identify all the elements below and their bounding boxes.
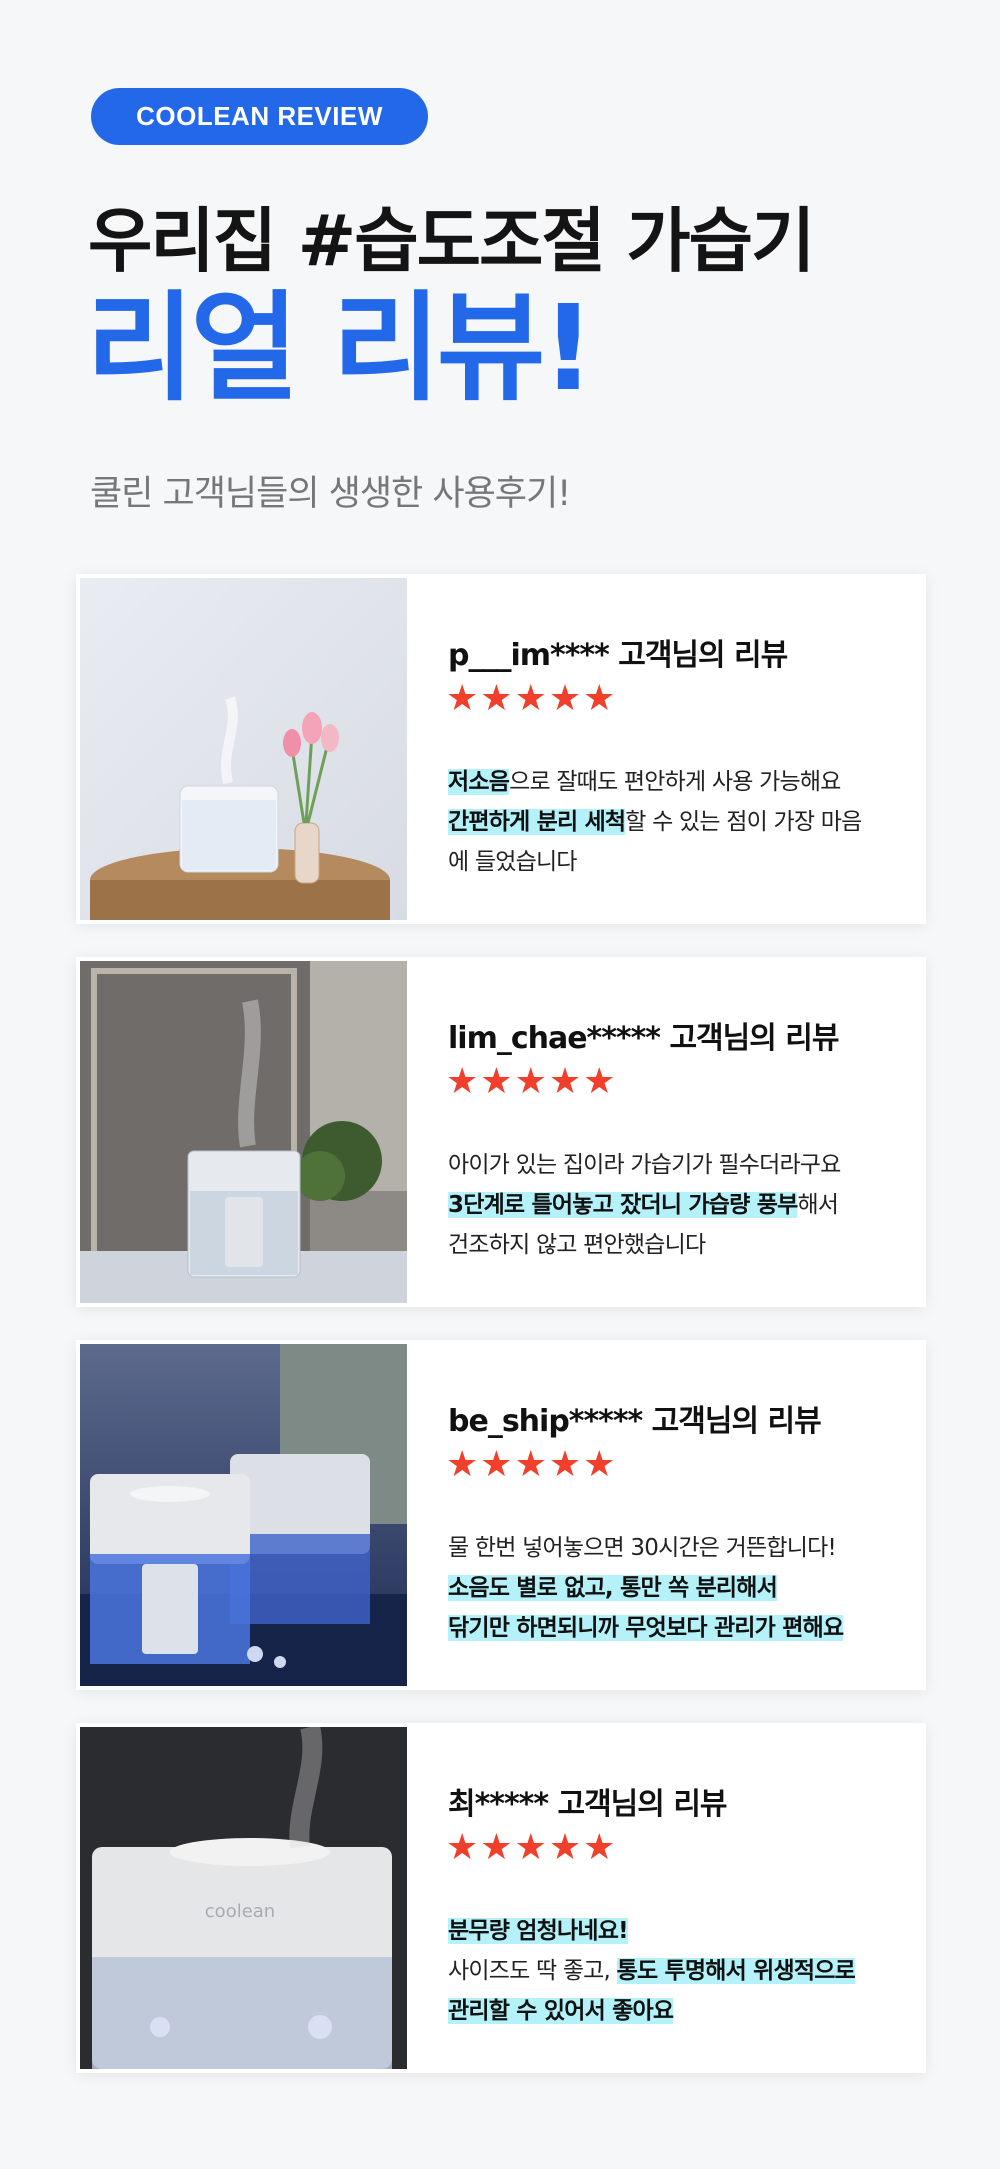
star-icon: ★ <box>583 1444 616 1485</box>
review-text: 분무량 엄청나네요! 사이즈도 딱 좋고, 통도 투명해서 위생적으로관리할 수 … <box>448 1911 908 2031</box>
highlighted-text: 관리할 수 있어서 좋아요 <box>448 1998 674 2024</box>
star-icon: ★ <box>514 1444 547 1485</box>
review-card: coolean 최***** 고객님의 리뷰 ★★★★★ 분무량 엄청나네요! 사… <box>76 1723 926 2073</box>
star-rating: ★★★★★ <box>446 1827 617 1868</box>
review-text-segment: 물 한번 넣어놓으면 30시간은 거뜬합니다! <box>448 1535 837 1561</box>
review-line: 에 들었습니다 <box>448 842 908 882</box>
review-line: 3단계로 틀어놓고 잤더니 가습량 풍부해서 <box>448 1185 908 1225</box>
review-text-segment: 해서 <box>797 1192 839 1218</box>
review-card: be_ship***** 고객님의 리뷰 ★★★★★ 물 한번 넣어놓으면 30… <box>76 1340 926 1690</box>
page-title: 우리집 #습도조절 가습기 <box>88 200 815 282</box>
review-text: 아이가 있는 집이라 가습기가 필수더라구요 3단계로 틀어놓고 잤더니 가습량 … <box>448 1145 908 1265</box>
reviewer-name: be_ship***** 고객님의 리뷰 <box>448 1404 822 1439</box>
brand-badge: COOLEAN REVIEW <box>91 88 428 145</box>
star-icon: ★ <box>480 1827 513 1868</box>
star-rating: ★★★★★ <box>446 1061 617 1102</box>
star-icon: ★ <box>446 1061 479 1102</box>
highlighted-text: 소음도 별로 없고, 통만 쏙 분리해서 <box>448 1575 778 1601</box>
review-text: 저소음으로 잘때도 편안하게 사용 가능해요 간편하게 분리 세척할 수 있는 점… <box>448 762 908 882</box>
star-icon: ★ <box>548 1444 582 1485</box>
reviewer-name: p___im**** 고객님의 리뷰 <box>448 638 788 673</box>
review-text: 물 한번 넣어놓으면 30시간은 거뜬합니다! 소음도 별로 없고, 통만 쏙 분… <box>448 1528 908 1648</box>
review-line: 저소음으로 잘때도 편안하게 사용 가능해요 <box>448 762 908 802</box>
star-icon: ★ <box>446 678 479 719</box>
highlighted-text: 닦기만 하면되니까 무엇보다 관리가 편해요 <box>448 1615 844 1641</box>
review-card: lim_chae***** 고객님의 리뷰 ★★★★★ 아이가 있는 집이라 가… <box>76 957 926 1307</box>
star-icon: ★ <box>583 1827 616 1868</box>
review-card: p___im**** 고객님의 리뷰 ★★★★★ 저소음으로 잘때도 편안하게 … <box>76 574 926 924</box>
highlighted-text: 저소음 <box>448 769 510 795</box>
star-icon: ★ <box>480 678 513 719</box>
highlighted-text: 통도 투명해서 위생적으로 <box>616 1958 856 1984</box>
star-icon: ★ <box>548 1827 582 1868</box>
review-line: 건조하지 않고 편안했습니다 <box>448 1225 908 1265</box>
review-line: 물 한번 넣어놓으면 30시간은 거뜬합니다! <box>448 1528 908 1568</box>
star-icon: ★ <box>446 1444 479 1485</box>
star-icon: ★ <box>480 1444 513 1485</box>
review-photo: coolean <box>80 1727 407 2069</box>
highlighted-text: 3단계로 틀어놓고 잤더니 가습량 풍부 <box>448 1192 798 1218</box>
page-subtitle: 쿨린 고객님들의 생생한 사용후기! <box>90 474 571 514</box>
star-icon: ★ <box>548 678 582 719</box>
star-rating: ★★★★★ <box>446 678 617 719</box>
review-line: 아이가 있는 집이라 가습기가 필수더라구요 <box>448 1145 908 1185</box>
review-text-segment: 사이즈도 딱 좋고, <box>448 1958 617 1984</box>
star-icon: ★ <box>514 1061 547 1102</box>
star-icon: ★ <box>548 1061 582 1102</box>
reviewer-name: lim_chae***** 고객님의 리뷰 <box>448 1021 839 1056</box>
star-icon: ★ <box>514 678 547 719</box>
review-line: 분무량 엄청나네요! <box>448 1911 908 1951</box>
star-icon: ★ <box>583 678 616 719</box>
review-text-segment: 할 수 있는 점이 가장 마음 <box>625 809 862 835</box>
highlighted-text: 분무량 엄청나네요! <box>448 1918 629 1944</box>
review-line: 관리할 수 있어서 좋아요 <box>448 1991 908 2031</box>
star-rating: ★★★★★ <box>446 1444 617 1485</box>
review-text-segment: 아이가 있는 집이라 가습기가 필수더라구요 <box>448 1152 841 1178</box>
review-text-segment: 으로 잘때도 편안하게 사용 가능해요 <box>509 769 841 795</box>
star-icon: ★ <box>480 1061 513 1102</box>
review-photo <box>80 578 407 920</box>
review-photo <box>80 1344 407 1686</box>
svg-text:coolean: coolean <box>205 1901 275 1922</box>
star-icon: ★ <box>583 1061 616 1102</box>
review-line: 간편하게 분리 세척할 수 있는 점이 가장 마음 <box>448 802 908 842</box>
reviewer-name: 최***** 고객님의 리뷰 <box>448 1787 728 1822</box>
highlighted-text: 간편하게 분리 세척 <box>448 809 626 835</box>
page-headline: 리얼 리뷰! <box>86 279 595 417</box>
review-line: 닦기만 하면되니까 무엇보다 관리가 편해요 <box>448 1608 908 1648</box>
review-text-segment: 건조하지 않고 편안했습니다 <box>448 1232 706 1258</box>
review-line: 소음도 별로 없고, 통만 쏙 분리해서 <box>448 1568 908 1608</box>
star-icon: ★ <box>514 1827 547 1868</box>
review-photo <box>80 961 407 1303</box>
review-line: 사이즈도 딱 좋고, 통도 투명해서 위생적으로 <box>448 1951 908 1991</box>
star-icon: ★ <box>446 1827 479 1868</box>
review-text-segment: 에 들었습니다 <box>448 849 577 875</box>
